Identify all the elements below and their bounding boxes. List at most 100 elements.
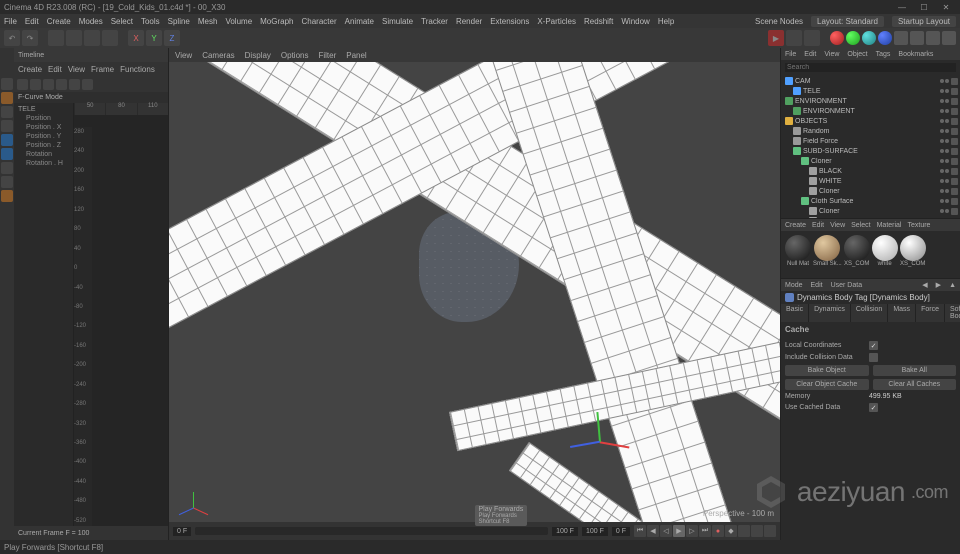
tag-icon[interactable]	[951, 148, 958, 155]
tag-icon[interactable]	[951, 208, 958, 215]
object-search-input[interactable]	[785, 63, 956, 72]
menu-character[interactable]: Character	[302, 17, 337, 26]
frame-end[interactable]: 100 F	[552, 527, 578, 536]
timeline-scrubber[interactable]	[195, 527, 548, 535]
render-view-icon[interactable]: ▶	[768, 30, 784, 46]
rotate-tool-icon[interactable]	[102, 30, 118, 46]
key-position-icon[interactable]	[738, 525, 750, 537]
om-menu-tags[interactable]: Tags	[876, 51, 891, 58]
vp-menu-filter[interactable]: Filter	[318, 51, 336, 60]
axis-navigator[interactable]	[179, 482, 209, 512]
menu-mesh[interactable]: Mesh	[198, 17, 218, 26]
mat-menu-edit[interactable]: Edit	[812, 222, 824, 229]
mat-menu-material[interactable]: Material	[877, 222, 902, 229]
menu-tracker[interactable]: Tracker	[421, 17, 448, 26]
tl-menu-view[interactable]: View	[68, 65, 85, 74]
track-pos-z[interactable]: Position . Z	[16, 141, 71, 150]
tag-icon[interactable]	[951, 188, 958, 195]
material-swatch[interactable]	[785, 235, 811, 261]
menu-create[interactable]: Create	[47, 17, 71, 26]
primitive-torus-icon[interactable]	[862, 31, 876, 45]
axis-y-icon[interactable]: Y	[146, 30, 162, 46]
menu-volume[interactable]: Volume	[225, 17, 252, 26]
key-scale-icon[interactable]	[751, 525, 763, 537]
object-row[interactable]: ENVIRONMENT	[783, 106, 958, 116]
frame-current[interactable]: 0 F	[612, 527, 630, 536]
object-row[interactable]: SUBD-SURFACE	[783, 146, 958, 156]
tag-icon[interactable]	[951, 138, 958, 145]
mat-menu-texture[interactable]: Texture	[908, 222, 931, 229]
tag-icon[interactable]	[951, 118, 958, 125]
menu-help[interactable]: Help	[658, 17, 674, 26]
primitive-cylinder-icon[interactable]	[878, 31, 892, 45]
menu-spline[interactable]: Spline	[168, 17, 190, 26]
track-pos-x[interactable]: Position . X	[16, 123, 71, 132]
timeline-graph[interactable]: 50 80 110 28024020016012080400-40-80-120…	[74, 103, 168, 526]
mat-menu-select[interactable]: Select	[851, 222, 870, 229]
step-forward-icon[interactable]: ▷	[686, 525, 698, 537]
menu-tools[interactable]: Tools	[141, 17, 160, 26]
material-swatch[interactable]	[844, 235, 870, 261]
attr-menu-mode[interactable]: Mode	[785, 282, 803, 289]
track-pos-y[interactable]: Position . Y	[16, 132, 71, 141]
startup-layout-button[interactable]: Startup Layout	[892, 16, 956, 27]
track-tele[interactable]: TELE	[16, 105, 71, 114]
tl-tool-icon-6[interactable]	[82, 79, 93, 90]
object-row[interactable]: Field Force	[783, 136, 958, 146]
primitive-sphere-icon[interactable]	[830, 31, 844, 45]
tl-menu-frame[interactable]: Frame	[91, 65, 114, 74]
attr-menu-edit[interactable]: Edit	[811, 282, 823, 289]
model-mode-icon[interactable]	[1, 78, 13, 90]
layout-dropdown[interactable]: Layout: Standard	[811, 16, 884, 27]
mat-menu-view[interactable]: View	[830, 222, 845, 229]
minimize-button[interactable]: —	[892, 1, 912, 13]
enable-axis-icon[interactable]	[1, 162, 13, 174]
menu-render[interactable]: Render	[456, 17, 482, 26]
close-button[interactable]: ✕	[936, 1, 956, 13]
include-collision-checkbox[interactable]	[869, 353, 878, 362]
attr-tab-mass[interactable]: Mass	[888, 304, 916, 322]
play-back-icon[interactable]: ◁	[660, 525, 672, 537]
tag-icon[interactable]	[951, 78, 958, 85]
autokey-icon[interactable]: ◆	[725, 525, 737, 537]
menu-animate[interactable]: Animate	[345, 17, 374, 26]
tl-tool-icon-2[interactable]	[30, 79, 41, 90]
attr-tab-force[interactable]: Force	[916, 304, 945, 322]
axis-z-icon[interactable]: Z	[164, 30, 180, 46]
menu-window[interactable]: Window	[621, 17, 649, 26]
object-mode-icon[interactable]	[1, 106, 13, 118]
tl-menu-create[interactable]: Create	[18, 65, 42, 74]
menu-redshift[interactable]: Redshift	[584, 17, 613, 26]
track-position[interactable]: Position	[16, 114, 71, 123]
tag-icon[interactable]	[951, 178, 958, 185]
key-rotation-icon[interactable]	[764, 525, 776, 537]
workplane-icon[interactable]	[1, 176, 13, 188]
point-mode-icon[interactable]	[1, 120, 13, 132]
attr-tab-collision[interactable]: Collision	[851, 304, 888, 322]
vp-menu-cameras[interactable]: Cameras	[202, 51, 234, 60]
object-row[interactable]: ENVIRONMENT	[783, 96, 958, 106]
material-swatch[interactable]	[900, 235, 926, 261]
tag-icon[interactable]	[951, 108, 958, 115]
tag-icon[interactable]	[951, 128, 958, 135]
material-swatch[interactable]	[872, 235, 898, 261]
om-menu-view[interactable]: View	[824, 51, 839, 58]
om-menu-file[interactable]: File	[785, 51, 796, 58]
object-row[interactable]: Cloner	[783, 206, 958, 216]
layout-icon-1[interactable]	[894, 31, 908, 45]
snap-icon[interactable]	[1, 190, 13, 202]
menu-file[interactable]: File	[4, 17, 17, 26]
tl-tool-icon-5[interactable]	[69, 79, 80, 90]
attr-nav-back-icon[interactable]: ◀	[922, 281, 927, 289]
attr-tab-dynamics[interactable]: Dynamics	[809, 304, 851, 322]
om-menu-bookmarks[interactable]: Bookmarks	[898, 51, 933, 58]
menu-mograph[interactable]: MoGraph	[260, 17, 293, 26]
vp-menu-panel[interactable]: Panel	[346, 51, 366, 60]
goto-end-icon[interactable]: ⏭	[699, 525, 711, 537]
object-row[interactable]: TELE	[783, 86, 958, 96]
tl-menu-edit[interactable]: Edit	[48, 65, 62, 74]
scene-nodes-label[interactable]: Scene Nodes	[755, 17, 803, 26]
tag-icon[interactable]	[951, 168, 958, 175]
layout-icon-2[interactable]	[910, 31, 924, 45]
vp-menu-view[interactable]: View	[175, 51, 192, 60]
